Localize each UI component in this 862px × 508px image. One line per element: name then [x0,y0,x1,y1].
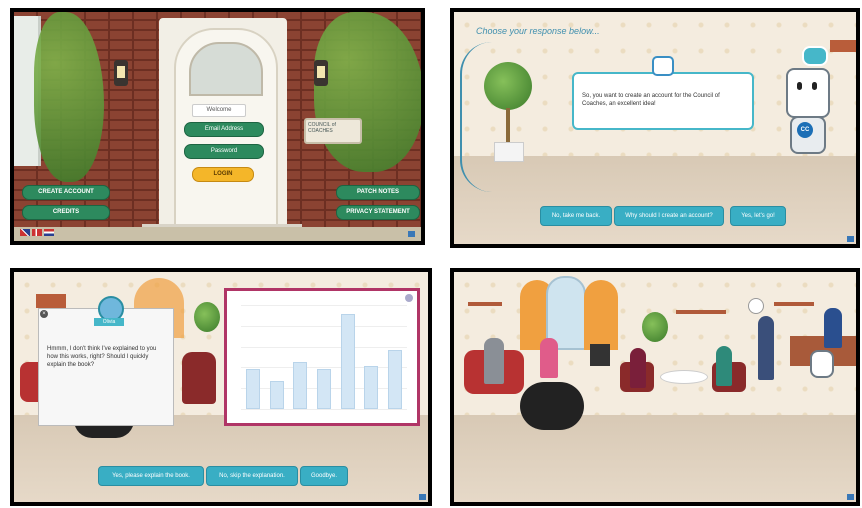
privacy-statement-button[interactable]: PRIVACY STATEMENT [336,205,420,220]
floor [454,155,856,244]
floor [454,414,856,502]
settings-icon[interactable] [408,231,415,237]
login-screen-panel: Welcome Email Address Password LOGIN COU… [10,8,425,245]
chef-coach [824,308,842,348]
robot-eye-right [812,82,817,90]
seated-woman [182,352,216,404]
chart-bar [293,361,308,409]
plant-foliage [194,302,220,332]
book-explanation-panel: Hmmm, I don't think I've explained to yo… [10,268,432,506]
no-skip-explanation-button[interactable]: No, skip the explanation. [206,466,298,486]
goodbye-button[interactable]: Goodbye. [300,466,348,486]
chart-bar [269,380,284,409]
lamp-left-icon [114,60,128,86]
english-flag-icon[interactable] [20,229,30,236]
lamp-right-icon [314,60,328,86]
robot-eye-left [797,82,802,90]
yes-lets-go-button[interactable]: Yes, let's go! [730,206,786,226]
wall-shelf [830,40,856,52]
window-right-curtain [584,280,618,350]
robot-speech-text: So, you want to create an account for th… [582,93,720,107]
elderly-man-on-sofa [484,338,504,384]
coaching-book [224,288,420,426]
elderly-woman [716,346,732,386]
coach-speech-text: Hmmm, I don't think I've explained to yo… [47,346,157,368]
round-table [660,370,708,384]
arrow-curve-icon [460,42,492,192]
settings-icon[interactable] [847,494,854,500]
bar-chart [241,305,407,410]
chart-bar [364,365,379,409]
wall-clock-icon [748,298,764,314]
chart-bar [388,350,403,409]
bookshelf-left [468,302,502,306]
exercise-bike [520,382,584,430]
mini-robot-avatar [652,56,674,76]
welcome-label: Welcome [192,104,246,117]
close-icon[interactable]: × [40,310,48,318]
chart-gridline [241,367,407,369]
login-button[interactable]: LOGIN [192,167,254,182]
robot-coach-head [786,68,830,118]
chart-bar [317,369,331,409]
password-field[interactable]: Password [184,144,264,159]
robot-speech-bubble: So, you want to create an account for th… [572,72,754,130]
standing-man [758,316,774,380]
credits-button[interactable]: CREDITS [22,205,110,220]
door-window [189,42,263,96]
danish-flag-icon[interactable] [32,229,42,236]
chart-gridline [241,325,407,327]
plant-foliage [484,62,532,110]
seated-woman [630,348,646,388]
bookshelf-middle [676,310,726,314]
chart-bar [340,314,355,409]
plant-pot [494,142,524,162]
settings-icon[interactable] [419,494,426,500]
no-take-me-back-button[interactable]: No, take me back. [540,206,612,226]
footer-bar [14,227,421,241]
woman-on-exercise-bike [540,338,558,378]
email-field[interactable]: Email Address [184,122,264,137]
create-account-button[interactable]: CREATE ACCOUNT [22,185,110,200]
why-create-account-button[interactable]: Why should I create an account? [614,206,724,226]
plant-trunk [506,108,510,146]
robot-badge: CC [797,122,813,138]
council-of-coaches-logo: COUNCIL of COACHES [304,118,362,144]
book-close-icon[interactable] [405,294,413,302]
chat-bubble-icon [802,46,828,66]
chart-gridline [241,305,407,306]
choose-response-heading: Choose your response below... [476,26,600,36]
living-room-scene-panel [450,268,860,506]
plant-foliage [642,312,668,342]
yes-explain-book-button[interactable]: Yes, please explain the book. [98,466,204,486]
robot-coach [810,350,834,378]
chart-gridline [241,409,407,410]
chart-gridline [241,346,407,348]
bookshelf [36,294,66,308]
patch-notes-button[interactable]: PATCH NOTES [336,185,420,200]
settings-icon[interactable] [847,236,854,242]
bookshelf-right [774,302,814,306]
create-account-dialogue-panel: Choose your response below... So, you wa… [450,8,860,248]
dutch-flag-icon[interactable] [44,229,54,236]
chart-bar [245,369,260,409]
tv-set [590,344,610,366]
logo-text: COUNCIL of COACHES [308,122,336,134]
coach-name-label: Olivia [94,318,124,326]
